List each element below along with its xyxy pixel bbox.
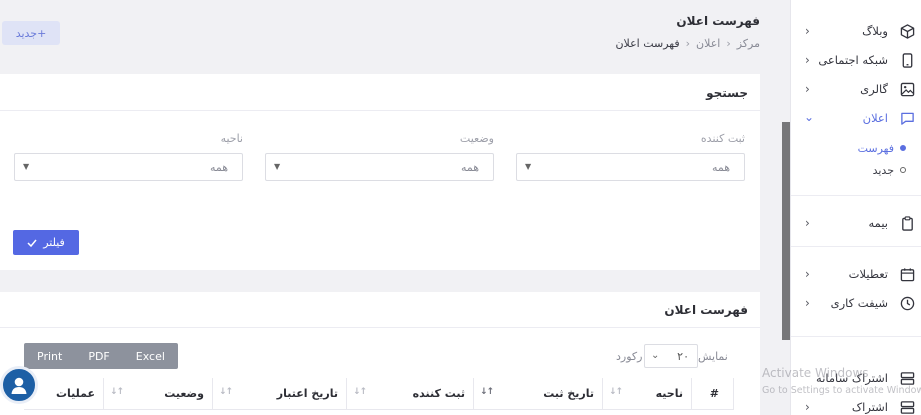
column-header-created-date[interactable]: تاریخ ثبت ↑↓	[474, 378, 603, 410]
chevron-left-icon: ‹	[685, 37, 691, 50]
list-card: فهرست اعلان Print PDF Excel نمایش ۲۰ ⌄ ر…	[0, 292, 760, 415]
table-header: # ناحیه ↑↓ تاریخ ثبت ↑↓ ثبت کننده ↑↓ تار…	[0, 378, 760, 410]
sidebar-item-blog[interactable]: وبلاگ ‹	[791, 20, 921, 42]
support-chat-avatar[interactable]	[0, 366, 38, 404]
cube-icon	[898, 22, 916, 40]
sort-icon: ↑↓	[353, 387, 367, 397]
column-header-label: ثبت کننده	[412, 387, 465, 400]
export-button-group: Print PDF Excel	[24, 343, 178, 369]
status-select[interactable]: همه ▼	[265, 153, 494, 181]
chevron-left-icon: ‹	[805, 24, 810, 38]
sidebar-item-insurance[interactable]: بیمه ‹	[791, 212, 921, 234]
caret-down-icon: ▼	[274, 162, 281, 171]
excel-button[interactable]: Excel	[123, 343, 178, 369]
breadcrumb-item-home[interactable]: مرکز	[737, 37, 760, 50]
breadcrumb-item-section[interactable]: اعلان	[696, 37, 720, 50]
sort-icon: ↑↓	[609, 387, 623, 397]
pdf-button[interactable]: PDF	[75, 343, 122, 369]
phone-icon	[898, 51, 916, 69]
breadcrumb-item-current: فهرست اعلان	[615, 37, 680, 50]
column-header-label: عملیات	[55, 387, 95, 400]
user-icon	[11, 377, 27, 394]
select-value: همه	[711, 161, 730, 174]
page-title: فهرست اعلان	[676, 14, 760, 28]
column-header-label: تاریخ اعتبار	[276, 387, 338, 400]
activate-windows-hint: Go to Settings to activate Windows.	[762, 385, 921, 396]
chevron-left-icon: ‹	[805, 216, 810, 230]
divider	[0, 110, 760, 111]
chevron-down-icon: ⌄	[804, 110, 815, 124]
chevron-left-icon: ‹	[726, 37, 731, 50]
divider	[0, 327, 760, 328]
caret-down-icon: ▼	[23, 162, 30, 171]
page-size-select[interactable]: ۲۰ ⌄	[644, 344, 698, 368]
sidebar: وبلاگ ‹ شبکه اجتماعی ‹ گالری ‹ اعلان ⌄ ف…	[790, 0, 921, 415]
sidebar-subitem-list[interactable]: فهرست	[791, 140, 921, 156]
clipboard-icon	[898, 214, 916, 232]
divider	[791, 195, 921, 196]
sidebar-subitem-label: فهرست	[857, 141, 894, 155]
region-select[interactable]: همه ▼	[14, 153, 243, 181]
sidebar-item-holidays[interactable]: تعطیلات ‹	[791, 263, 921, 285]
calendar-icon	[898, 265, 916, 283]
activate-windows-watermark: Activate Windows	[762, 366, 869, 380]
breadcrumb: مرکز ‹ اعلان ‹ فهرست اعلان	[615, 37, 760, 50]
sidebar-subitem-label: جدید	[872, 163, 894, 177]
search-card: جستجو ثبت کننده همه ▼ وضعیت همه ▼ ناحیه …	[0, 74, 760, 270]
sidebar-item-notification[interactable]: اعلان ⌄	[791, 107, 921, 129]
sidebar-item-gallery[interactable]: گالری ‹	[791, 78, 921, 100]
clock-icon	[898, 294, 916, 312]
scrollbar-thumb[interactable]	[782, 122, 790, 340]
chevron-left-icon: ‹	[805, 400, 810, 414]
column-header-index[interactable]: #	[692, 378, 734, 410]
select-value: همه	[209, 161, 228, 174]
new-button[interactable]: +جدید	[2, 21, 60, 45]
chevron-left-icon: ‹	[805, 296, 810, 310]
sidebar-item-subscription[interactable]: اشتراک ‹	[791, 396, 921, 415]
column-header-status[interactable]: وضعیت ↑↓	[104, 378, 213, 410]
chevron-left-icon: ‹	[805, 267, 810, 281]
chevron-left-icon: ‹	[805, 53, 810, 67]
bullet-icon	[900, 145, 906, 151]
divider	[791, 336, 921, 337]
chat-icon	[898, 109, 916, 127]
sidebar-subitem-new[interactable]: جدید	[791, 162, 921, 178]
column-header-label: وضعیت	[164, 387, 204, 400]
registrar-label: ثبت کننده	[700, 132, 745, 145]
page-size-value: ۲۰	[677, 350, 689, 363]
column-header-label: تاریخ ثبت	[543, 387, 594, 400]
caret-down-icon: ▼	[525, 162, 532, 171]
region-label: ناحیه	[220, 132, 243, 145]
filter-button-label: فیلتر	[43, 236, 65, 249]
sidebar-item-social[interactable]: شبکه اجتماعی ‹	[791, 49, 921, 71]
column-header-registrar[interactable]: ثبت کننده ↑↓	[347, 378, 474, 410]
show-label: نمایش	[698, 350, 728, 363]
registrar-select[interactable]: همه ▼	[516, 153, 745, 181]
print-button[interactable]: Print	[24, 343, 75, 369]
chevron-down-icon: ⌄	[651, 350, 660, 361]
column-header-region[interactable]: ناحیه ↑↓	[603, 378, 692, 410]
column-header-label: #	[709, 387, 719, 400]
column-header-label: ناحیه	[655, 387, 683, 400]
divider	[791, 246, 921, 247]
image-icon	[898, 80, 916, 98]
bullet-icon	[900, 167, 906, 173]
sort-icon: ↑↓	[219, 387, 233, 397]
records-label: رکورد	[616, 350, 643, 363]
column-header-expiry-date[interactable]: تاریخ اعتبار ↑↓	[213, 378, 347, 410]
server-icon	[898, 398, 916, 415]
status-label: وضعیت	[459, 132, 494, 145]
sidebar-item-shifts[interactable]: شیفت کاری ‹	[791, 292, 921, 314]
list-title: فهرست اعلان	[664, 303, 748, 317]
filter-button[interactable]: فیلتر	[13, 230, 79, 255]
sort-icon: ↑↓	[110, 387, 124, 397]
search-title: جستجو	[706, 86, 748, 100]
sort-icon: ↑↓	[480, 387, 494, 397]
chevron-left-icon: ‹	[805, 82, 810, 96]
check-icon	[27, 239, 37, 247]
select-value: همه	[460, 161, 479, 174]
